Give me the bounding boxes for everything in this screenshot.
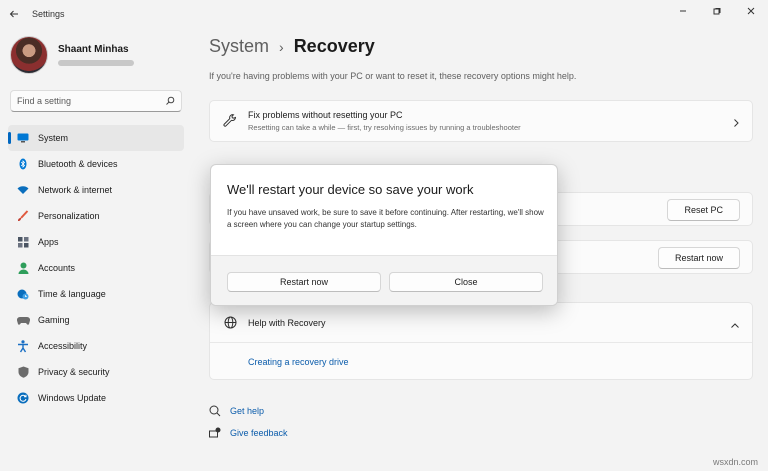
dialog-close-button[interactable]: Close xyxy=(389,271,543,292)
restart-dialog: We'll restart your device so save your w… xyxy=(210,164,558,306)
watermark: wsxdn.com xyxy=(712,457,758,467)
dialog-footer: Restart now Close xyxy=(211,255,557,305)
dialog-restart-now-button[interactable]: Restart now xyxy=(227,271,381,292)
dialog-message: If you have unsaved work, be sure to sav… xyxy=(227,208,544,229)
dialog-title: We'll restart your device so save your w… xyxy=(227,182,474,197)
modal-overlay: We'll restart your device so save your w… xyxy=(0,0,768,471)
